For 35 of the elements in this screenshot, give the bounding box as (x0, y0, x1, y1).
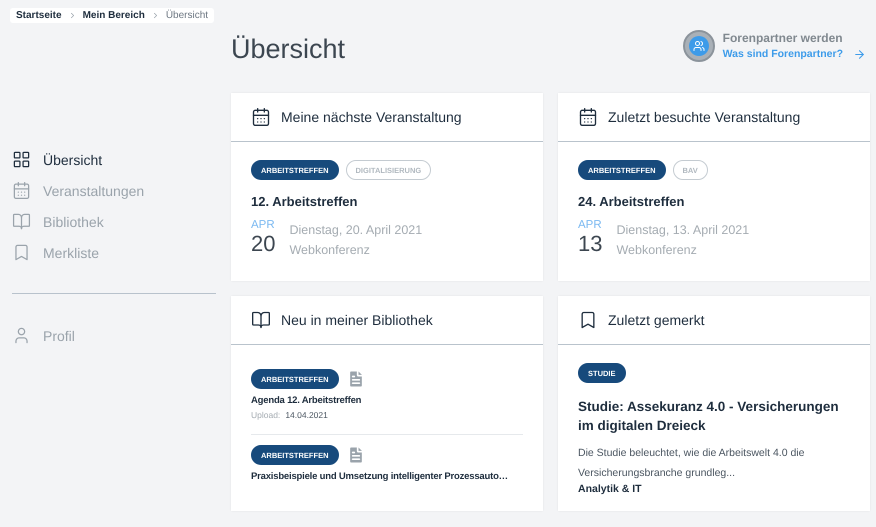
calendar-icon (251, 107, 271, 127)
event-date: Dienstag, 13. April 2021 (616, 223, 750, 237)
page-title: Übersicht (231, 33, 346, 65)
breadcrumb-link[interactable]: Mein Bereich (82, 10, 145, 21)
event-title[interactable]: 24. Arbeitstreffen (578, 194, 850, 209)
sidebar-item[interactable]: Übersicht (12, 144, 216, 175)
document-title[interactable]: Praxisbeispiele und Umsetzung intelligenter Prozessauto… (251, 471, 508, 482)
card-title: Neu in meiner Bibliothek (281, 312, 433, 328)
card-title: Zuletzt gemerkt (608, 312, 704, 328)
calendar-icon (12, 181, 31, 200)
event-month: APR (251, 219, 276, 231)
event-date: Dienstag, 20. April 2021 (289, 223, 422, 237)
card-title: Zuletzt besuchte Veranstaltung (608, 109, 800, 125)
item-description: Die Studie beleuchtet, wie die Arbeitswelt 4.0 die Versicherungsbranche grundleg... (578, 446, 806, 481)
book-icon (251, 310, 271, 330)
document-title[interactable]: Agenda 12. Arbeitstreffen (251, 395, 362, 406)
event-day: 13 (578, 231, 602, 257)
calendar-icon (578, 107, 598, 127)
event-title[interactable]: 12. Arbeitstreffen (251, 194, 523, 209)
event-location: Webkonferenz (616, 243, 698, 257)
breadcrumb-link[interactable]: Übersicht (166, 10, 208, 21)
event-day: 20 (251, 231, 276, 257)
event-month: APR (578, 219, 602, 231)
partner-badge-icon (682, 30, 715, 62)
book-icon (12, 212, 31, 231)
upload-date: 14.04.2021 (285, 410, 328, 420)
event-location: Webkonferenz (289, 243, 371, 257)
breadcrumb-link[interactable]: Startseite (16, 10, 62, 21)
partner-title: Forenpartner werden (722, 30, 844, 44)
item-title[interactable]: Studie: Assekuranz 4.0 - Versicherungen im digitalen Dreieck (578, 397, 850, 435)
card-title: Meine nächste Veranstaltung (281, 109, 462, 125)
upload-label: Upload: (251, 410, 280, 420)
arrow-right-icon (853, 48, 866, 60)
item-category: Analytik & IT (578, 483, 643, 495)
grid-icon (12, 150, 31, 169)
